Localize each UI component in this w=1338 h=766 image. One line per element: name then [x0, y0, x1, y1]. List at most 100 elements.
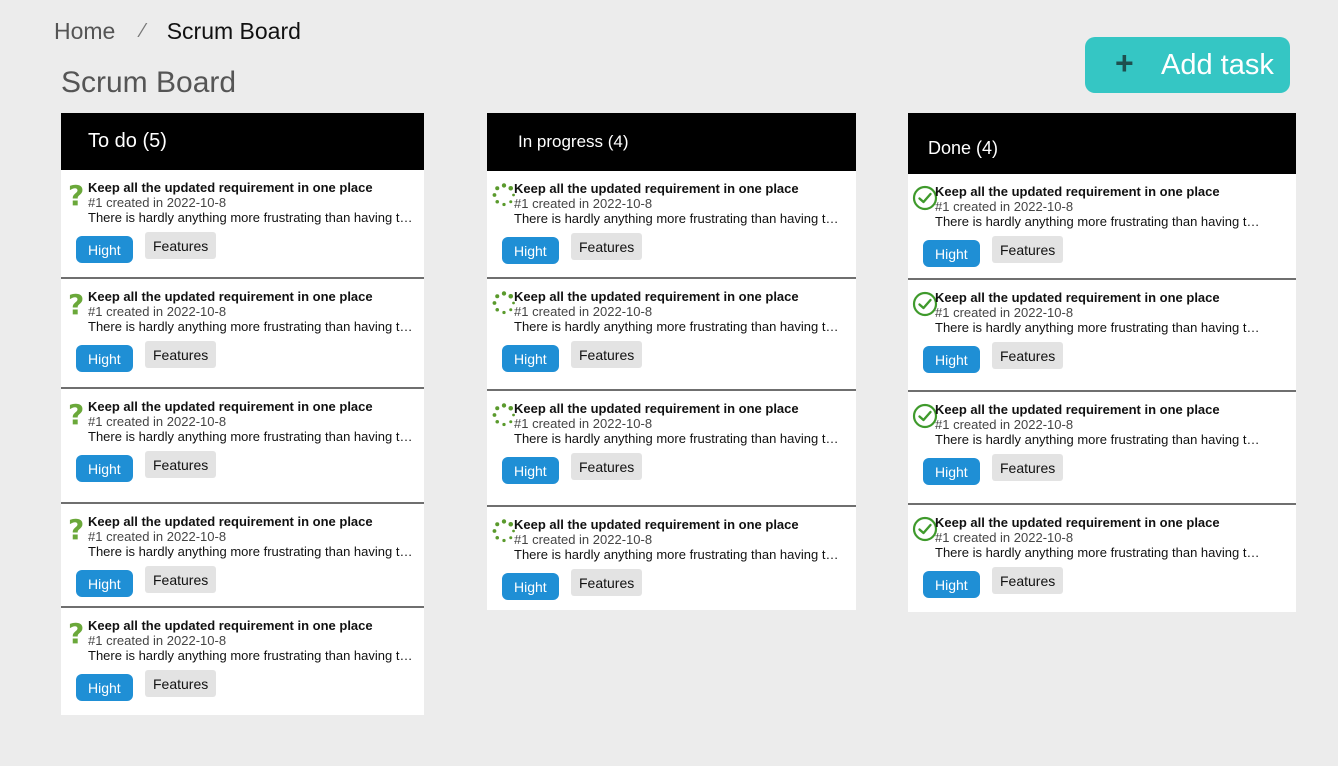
task-card[interactable]: ? Keep all the updated requirement in one… [61, 389, 424, 504]
priority-badge[interactable]: Hight [76, 455, 133, 482]
add-task-label: Add task [1161, 49, 1274, 81]
type-badge[interactable]: Features [992, 454, 1064, 481]
task-card[interactable]: Keep all the updated requirement in one … [487, 279, 856, 391]
svg-text:?: ? [68, 180, 84, 208]
task-card[interactable]: Keep all the updated requirement in one … [908, 280, 1296, 392]
card-description: There is hardly anything more frustratin… [935, 545, 1261, 560]
card-meta: #1 created in 2022-10-8 [935, 199, 1074, 214]
card-title: Keep all the updated requirement in one … [88, 399, 373, 414]
task-card[interactable]: Keep all the updated requirement in one … [908, 505, 1296, 615]
task-card[interactable]: ? Keep all the updated requirement in one… [61, 608, 424, 714]
column-header: To do (5) [61, 113, 424, 170]
task-card[interactable]: Keep all the updated requirement in one … [908, 174, 1296, 280]
card-meta: #1 created in 2022-10-8 [88, 633, 227, 648]
breadcrumb-current: Scrum Board [166, 18, 301, 44]
task-card[interactable]: ? Keep all the updated requirement in one… [61, 170, 424, 279]
scrum-board-page: Home ⁄ Scrum Board Scrum Board + Add tas… [0, 0, 1338, 766]
task-card[interactable]: ? Keep all the updated requirement in one… [61, 504, 424, 608]
plus-icon: + [1115, 45, 1134, 81]
priority-badge[interactable]: Hight [76, 345, 133, 372]
card-description: There is hardly anything more frustratin… [935, 320, 1261, 335]
task-card[interactable]: Keep all the updated requirement in one … [487, 507, 856, 612]
type-badge[interactable]: Features [145, 451, 217, 478]
card-meta: #1 created in 2022-10-8 [514, 304, 653, 319]
card-list: ? Keep all the updated requirement in one… [61, 170, 424, 714]
card-description: There is hardly anything more frustratin… [88, 429, 414, 444]
card-meta: #1 created in 2022-10-8 [935, 305, 1074, 320]
task-card[interactable]: Keep all the updated requirement in one … [487, 171, 856, 279]
card-title: Keep all the updated requirement in one … [88, 618, 373, 633]
type-badge[interactable]: Features [571, 233, 643, 260]
card-meta: #1 created in 2022-10-8 [88, 304, 227, 319]
card-title: Keep all the updated requirement in one … [935, 184, 1220, 199]
column-title: To do (5) [88, 130, 167, 152]
type-badge[interactable]: Features [571, 453, 643, 480]
priority-badge[interactable]: Hight [502, 237, 559, 264]
priority-badge[interactable]: Hight [76, 236, 133, 263]
card-description: There is hardly anything more frustratin… [88, 210, 414, 225]
add-task-button[interactable]: + Add task [1085, 37, 1290, 93]
svg-text:?: ? [68, 399, 84, 427]
card-description: There is hardly anything more frustratin… [514, 547, 840, 562]
card-list: Keep all the updated requirement in one … [908, 174, 1296, 615]
type-badge[interactable]: Features [145, 232, 217, 259]
priority-badge[interactable]: Hight [923, 346, 980, 373]
card-description: There is hardly anything more frustratin… [514, 431, 840, 446]
priority-badge[interactable]: Hight [923, 240, 980, 267]
card-description: There is hardly anything more frustratin… [88, 648, 414, 663]
card-title: Keep all the updated requirement in one … [514, 181, 799, 196]
card-meta: #1 created in 2022-10-8 [88, 195, 227, 210]
priority-badge[interactable]: Hight [923, 458, 980, 485]
priority-badge[interactable]: Hight [502, 573, 559, 600]
priority-badge[interactable]: Hight [76, 570, 133, 597]
type-badge[interactable]: Features [145, 670, 217, 697]
card-description: There is hardly anything more frustratin… [514, 211, 840, 226]
card-description: There is hardly anything more frustratin… [88, 544, 414, 559]
svg-text:?: ? [68, 289, 84, 317]
svg-text:?: ? [68, 514, 84, 542]
task-card[interactable]: Keep all the updated requirement in one … [908, 392, 1296, 505]
card-list: Keep all the updated requirement in one … [487, 171, 856, 612]
task-card[interactable]: ? Keep all the updated requirement in one… [61, 279, 424, 389]
card-meta: #1 created in 2022-10-8 [88, 529, 227, 544]
type-badge[interactable]: Features [992, 342, 1064, 369]
type-badge[interactable]: Features [992, 236, 1064, 263]
column-title: In progress (4) [518, 132, 629, 151]
card-title: Keep all the updated requirement in one … [88, 180, 373, 195]
type-badge[interactable]: Features [145, 566, 217, 593]
card-title: Keep all the updated requirement in one … [514, 289, 799, 304]
breadcrumb-separator: ⁄ [141, 20, 145, 42]
priority-badge[interactable]: Hight [76, 674, 133, 701]
card-title: Keep all the updated requirement in one … [514, 517, 799, 532]
card-title: Keep all the updated requirement in one … [88, 289, 373, 304]
priority-badge[interactable]: Hight [502, 457, 559, 484]
card-meta: #1 created in 2022-10-8 [514, 532, 653, 547]
type-badge[interactable]: Features [992, 567, 1064, 594]
column-header: In progress (4) [487, 113, 856, 171]
column-in-progress: In progress (4) Keep all the updated req… [487, 113, 856, 610]
type-badge[interactable]: Features [145, 341, 217, 368]
card-meta: #1 created in 2022-10-8 [514, 196, 653, 211]
card-meta: #1 created in 2022-10-8 [935, 530, 1074, 545]
card-description: There is hardly anything more frustratin… [514, 319, 840, 334]
breadcrumb: Home ⁄ Scrum Board [54, 18, 301, 45]
type-badge[interactable]: Features [571, 569, 643, 596]
column-done: Done (4) Keep all the updated requiremen… [908, 113, 1296, 612]
column-todo: To do (5) ? Keep all the updated requirem… [61, 113, 424, 715]
priority-badge[interactable]: Hight [502, 345, 559, 372]
column-title: Done (4) [928, 138, 999, 158]
priority-badge[interactable]: Hight [923, 571, 980, 598]
card-title: Keep all the updated requirement in one … [935, 402, 1220, 417]
card-title: Keep all the updated requirement in one … [88, 514, 373, 529]
card-meta: #1 created in 2022-10-8 [514, 416, 653, 431]
svg-text:?: ? [68, 618, 84, 646]
task-card[interactable]: Keep all the updated requirement in one … [487, 391, 856, 507]
type-badge[interactable]: Features [571, 341, 643, 368]
card-meta: #1 created in 2022-10-8 [935, 417, 1074, 432]
card-title: Keep all the updated requirement in one … [514, 401, 799, 416]
card-meta: #1 created in 2022-10-8 [88, 414, 227, 429]
breadcrumb-home[interactable]: Home [54, 18, 115, 45]
card-title: Keep all the updated requirement in one … [935, 515, 1220, 530]
column-header: Done (4) [908, 113, 1296, 174]
card-description: There is hardly anything more frustratin… [935, 432, 1261, 447]
